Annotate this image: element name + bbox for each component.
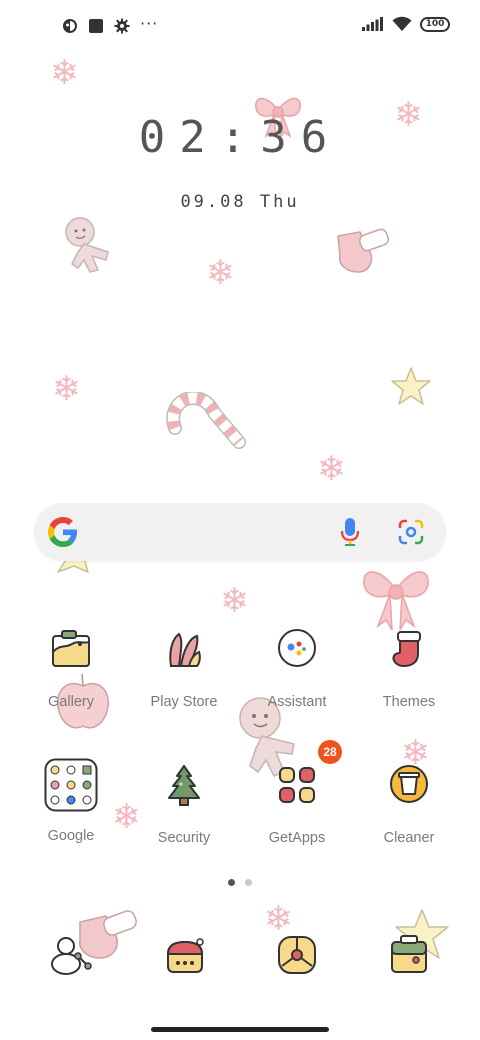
page-dot-2[interactable] xyxy=(245,879,252,886)
snowflake-icon: ❄ xyxy=(50,53,79,93)
ribbon-bow-icon xyxy=(363,571,429,631)
messages-icon[interactable] xyxy=(160,936,210,978)
dock-messages[interactable] xyxy=(160,936,210,986)
phone-snowman-icon[interactable] xyxy=(48,934,98,976)
clock-date[interactable]: 09.08 Thu xyxy=(0,192,480,212)
app-getapps[interactable]: 28 GetApps xyxy=(241,740,353,846)
app-label: Themes xyxy=(382,694,436,710)
notification-app-icon xyxy=(63,19,77,33)
assistant-icon[interactable] xyxy=(272,626,322,676)
status-bar: ··· 100 xyxy=(0,0,480,56)
play-store-icon[interactable] xyxy=(159,626,209,676)
star-icon xyxy=(391,367,431,405)
google-g-icon[interactable] xyxy=(48,517,78,547)
app-play-store[interactable]: Play Store xyxy=(128,626,240,710)
snowflake-icon: ❄ xyxy=(52,369,81,409)
gingerbread-man-icon xyxy=(65,217,109,273)
wifi-icon xyxy=(392,16,412,31)
app-label: GetApps xyxy=(268,830,326,846)
stocking-icon xyxy=(337,228,389,273)
mic-icon[interactable] xyxy=(340,517,360,547)
google-search-bar[interactable] xyxy=(34,503,446,561)
app-label: Assistant xyxy=(267,694,327,710)
candy-cane-icon xyxy=(166,392,246,449)
app-assistant[interactable]: Assistant xyxy=(241,626,353,710)
getapps-icon[interactable]: 28 xyxy=(272,740,342,812)
square-notification-icon xyxy=(89,19,103,33)
app-gallery[interactable]: Gallery xyxy=(15,626,127,710)
page-dot-1[interactable] xyxy=(228,879,235,886)
notification-badge: 28 xyxy=(318,740,342,764)
app-label: Play Store xyxy=(150,694,218,710)
status-right-icons: 100 xyxy=(362,16,450,32)
app-label: Google xyxy=(47,828,95,844)
app-label: Cleaner xyxy=(383,830,435,846)
app-google-folder[interactable]: Google xyxy=(15,758,127,844)
gallery-icon[interactable] xyxy=(46,626,96,676)
snowflake-icon: ❄ xyxy=(317,449,346,489)
dock-browser[interactable] xyxy=(272,934,322,984)
app-label: Security xyxy=(157,830,211,846)
security-tree-icon[interactable] xyxy=(159,762,209,812)
app-cleaner[interactable]: Cleaner xyxy=(353,762,465,846)
dock-camera[interactable] xyxy=(384,932,434,982)
snowflake-icon: ❄ xyxy=(206,253,235,293)
battery-level: 100 xyxy=(425,18,445,29)
clock-time[interactable]: 02:36 xyxy=(0,112,480,163)
cleaner-icon[interactable] xyxy=(384,762,434,812)
gear-icon xyxy=(114,18,130,34)
status-left-icons: ··· xyxy=(62,14,159,34)
gesture-nav-handle[interactable] xyxy=(151,1027,329,1032)
browser-icon[interactable] xyxy=(272,934,322,978)
signal-bars-icon xyxy=(362,17,383,31)
page-indicator[interactable] xyxy=(0,879,480,886)
google-folder-icon[interactable] xyxy=(44,758,98,812)
app-themes[interactable]: Themes xyxy=(353,626,465,710)
themes-stocking-icon[interactable] xyxy=(384,626,434,676)
app-label: Gallery xyxy=(48,694,94,710)
snowflake-icon: ❄ xyxy=(220,581,249,621)
battery-indicator: 100 xyxy=(420,16,450,32)
app-security[interactable]: Security xyxy=(128,762,240,846)
dock-phone[interactable] xyxy=(48,934,98,984)
snowflake-icon: ❄ xyxy=(264,899,293,939)
more-notifications-icon: ··· xyxy=(140,14,159,33)
lens-icon[interactable] xyxy=(398,519,424,545)
camera-icon[interactable] xyxy=(384,932,434,978)
